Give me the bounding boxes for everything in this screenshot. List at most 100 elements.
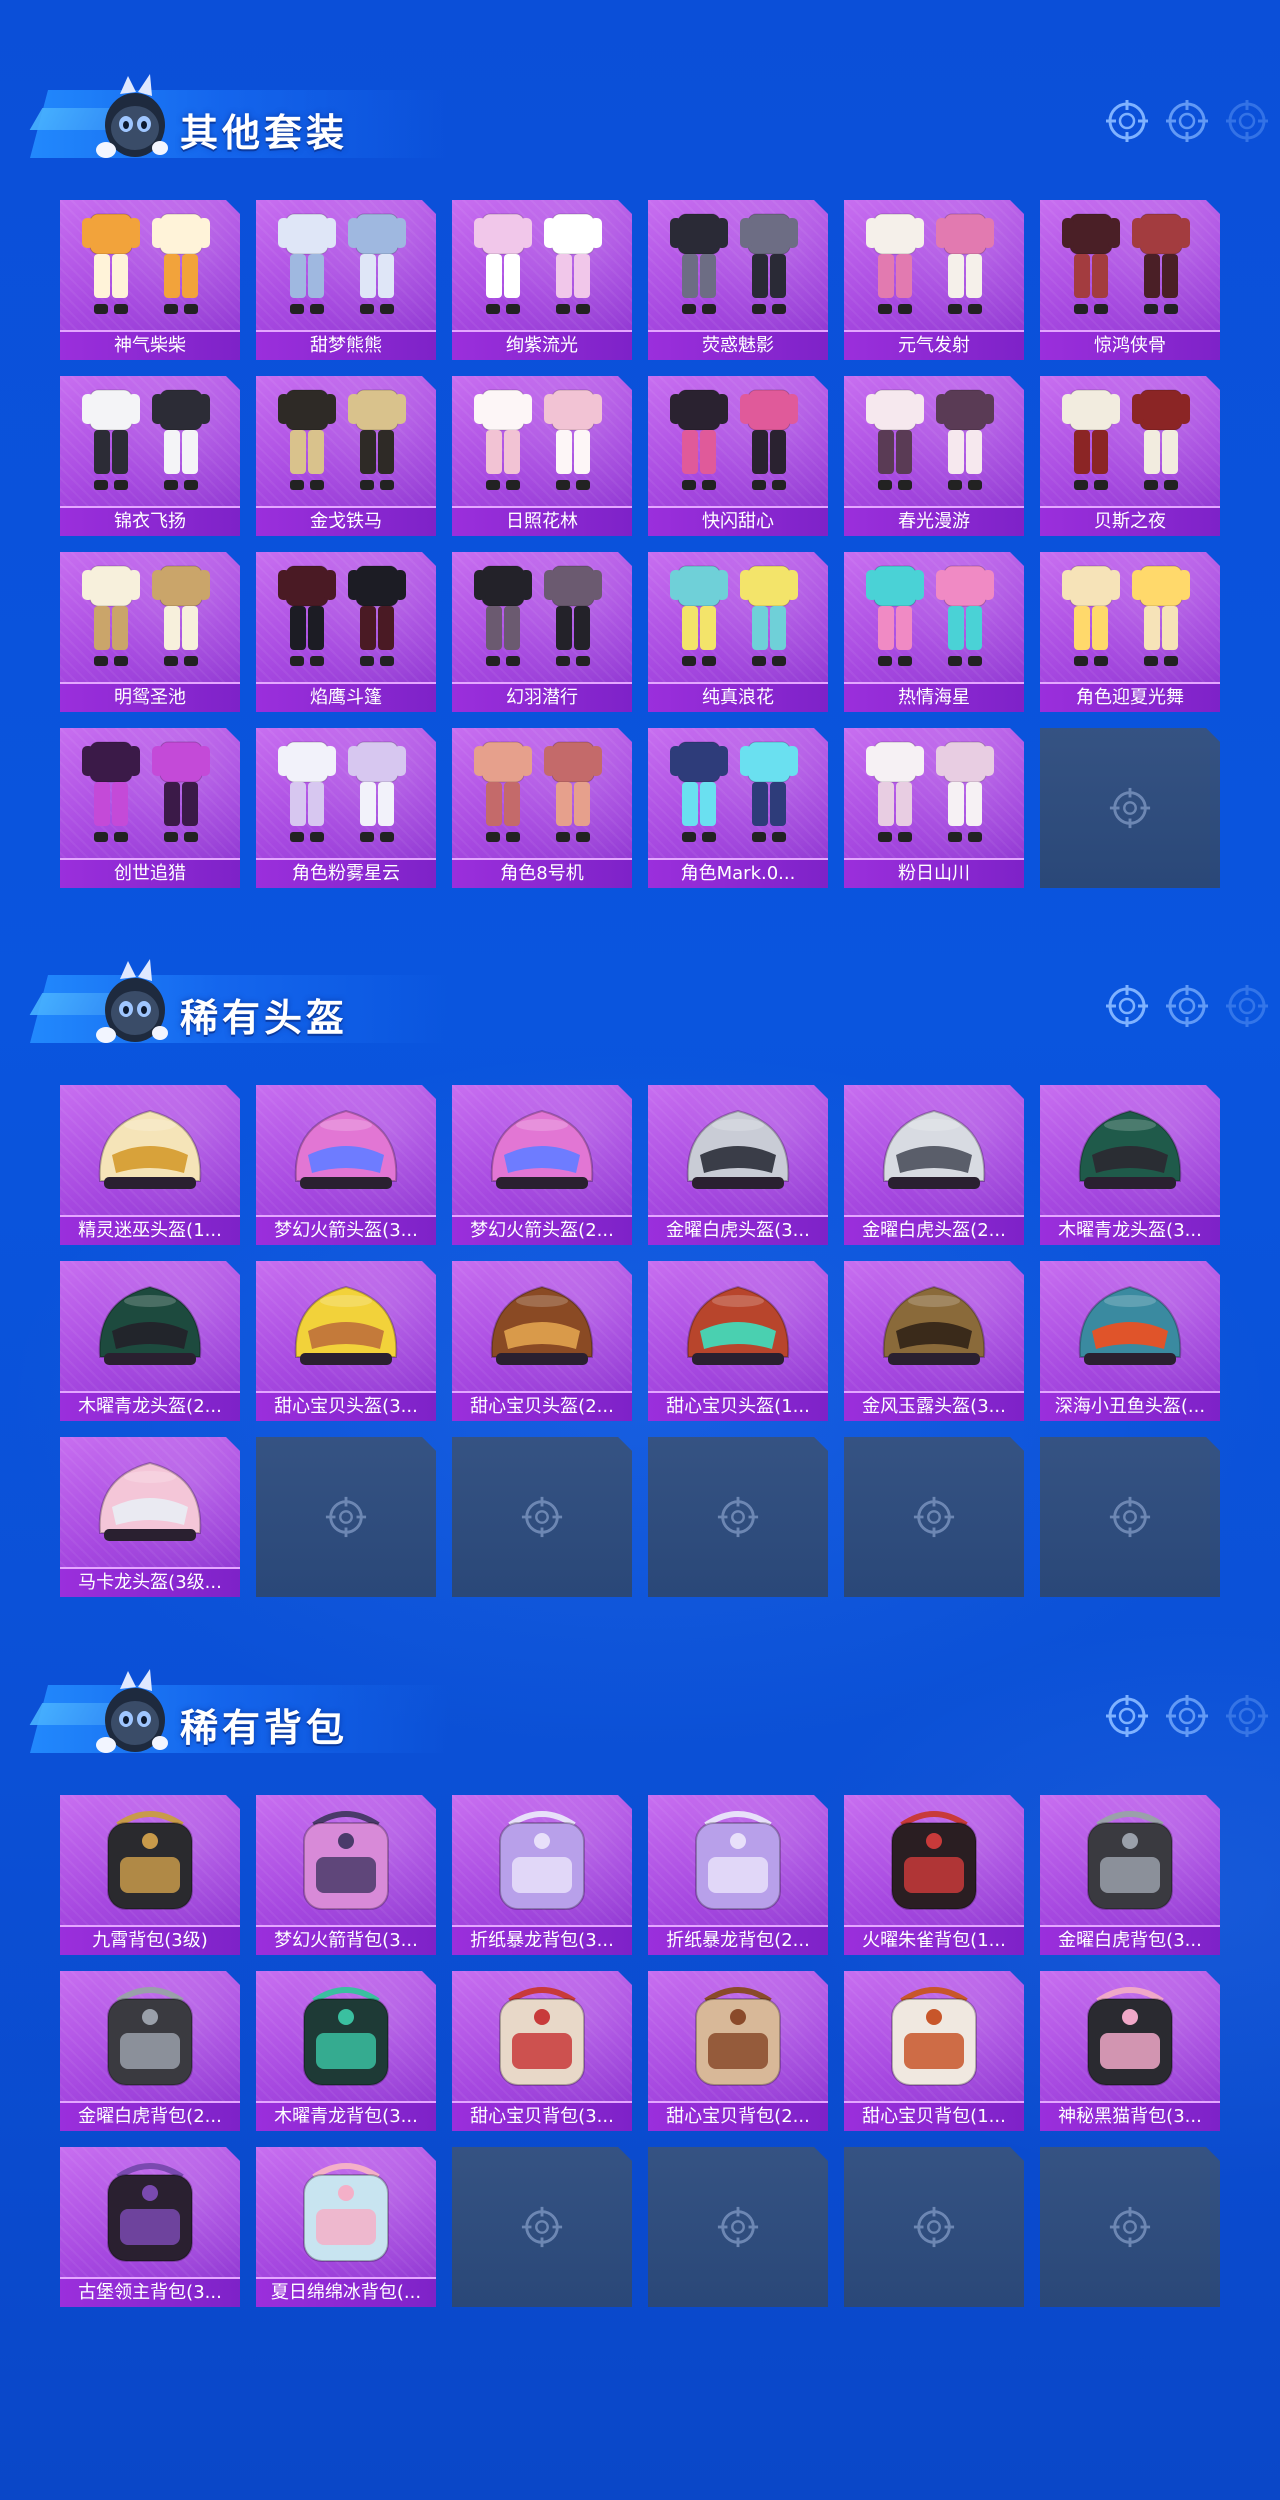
item-thumbnail bbox=[648, 376, 828, 504]
backpack-card[interactable]: 梦幻火箭背包(3... bbox=[256, 1795, 436, 1955]
backpack-card[interactable]: 金曜白虎背包(3... bbox=[1040, 1795, 1220, 1955]
item-thumbnail bbox=[452, 1795, 632, 1923]
helmet-card[interactable]: 木曜青龙头盔(3... bbox=[1040, 1085, 1220, 1245]
item-name: 角色Mark.0... bbox=[648, 858, 828, 888]
outfit-thumbnail-icon bbox=[452, 728, 632, 856]
outfit-card[interactable]: 日照花林 bbox=[452, 376, 632, 536]
helmet-card[interactable]: 深海小丑鱼头盔(... bbox=[1040, 1261, 1220, 1421]
item-thumbnail bbox=[1040, 376, 1220, 504]
mascot-icon bbox=[96, 959, 168, 1043]
mascot-icon bbox=[96, 1669, 168, 1753]
outfit-card[interactable]: 春光漫游 bbox=[844, 376, 1024, 536]
empty-slot bbox=[648, 1437, 828, 1597]
item-name: 梦幻火箭头盔(2... bbox=[452, 1215, 632, 1245]
header-decor bbox=[1104, 1691, 1270, 1741]
helmet-thumbnail-icon bbox=[1040, 1085, 1220, 1213]
item-name: 贝斯之夜 bbox=[1040, 506, 1220, 536]
helmet-thumbnail-icon bbox=[844, 1085, 1024, 1213]
outfit-card[interactable]: 角色粉雾星云 bbox=[256, 728, 436, 888]
outfit-card[interactable]: 创世追猎 bbox=[60, 728, 240, 888]
item-name: 甜心宝贝头盔(1... bbox=[648, 1391, 828, 1421]
outfit-card[interactable]: 金戈铁马 bbox=[256, 376, 436, 536]
outfit-card[interactable]: 明鸳圣池 bbox=[60, 552, 240, 712]
helmet-card[interactable]: 梦幻火箭头盔(3... bbox=[256, 1085, 436, 1245]
backpack-card[interactable]: 甜心宝贝背包(2... bbox=[648, 1971, 828, 2131]
outfit-card[interactable]: 荧惑魅影 bbox=[648, 200, 828, 360]
backpack-card[interactable]: 古堡领主背包(3... bbox=[60, 2147, 240, 2307]
item-grid: 精灵迷巫头盔(1... 梦幻火箭头盔(3... 梦幻火箭头盔(2... 金曜白虎… bbox=[60, 1085, 1220, 1597]
crosshair-icon bbox=[1108, 2205, 1152, 2249]
item-name: 金曜白虎背包(2... bbox=[60, 2101, 240, 2131]
outfit-card[interactable]: 角色迎夏光舞 bbox=[1040, 552, 1220, 712]
backpack-card[interactable]: 折纸暴龙背包(3... bbox=[452, 1795, 632, 1955]
crosshair-icon bbox=[1108, 786, 1152, 830]
item-name: 折纸暴龙背包(3... bbox=[452, 1925, 632, 1955]
item-thumbnail bbox=[648, 200, 828, 328]
item-name: 金戈铁马 bbox=[256, 506, 436, 536]
backpack-thumbnail-icon bbox=[452, 1795, 632, 1923]
backpack-card[interactable]: 甜心宝贝背包(3... bbox=[452, 1971, 632, 2131]
outfit-card[interactable]: 绚紫流光 bbox=[452, 200, 632, 360]
outfit-card[interactable]: 快闪甜心 bbox=[648, 376, 828, 536]
item-name: 甜梦熊熊 bbox=[256, 330, 436, 360]
item-thumbnail bbox=[256, 2147, 436, 2275]
helmet-card[interactable]: 金曜白虎头盔(3... bbox=[648, 1085, 828, 1245]
outfit-card[interactable]: 锦衣飞扬 bbox=[60, 376, 240, 536]
helmet-card[interactable]: 梦幻火箭头盔(2... bbox=[452, 1085, 632, 1245]
item-thumbnail bbox=[256, 376, 436, 504]
outfit-card[interactable]: 角色Mark.0... bbox=[648, 728, 828, 888]
outfit-card[interactable]: 粉日山川 bbox=[844, 728, 1024, 888]
item-thumbnail bbox=[844, 200, 1024, 328]
item-name: 创世追猎 bbox=[60, 858, 240, 888]
outfit-card[interactable]: 甜梦熊熊 bbox=[256, 200, 436, 360]
helmet-card[interactable]: 精灵迷巫头盔(1... bbox=[60, 1085, 240, 1245]
item-thumbnail bbox=[648, 1085, 828, 1213]
crosshair-icon bbox=[1226, 1695, 1268, 1737]
helmet-card[interactable]: 甜心宝贝头盔(3... bbox=[256, 1261, 436, 1421]
section-header: 稀有头盔 bbox=[29, 945, 1270, 1055]
backpack-card[interactable]: 夏日绵绵冰背包(... bbox=[256, 2147, 436, 2307]
item-grid: 神气柴柴 甜梦熊熊 绚紫流光 荧惑魅影 元气发射 惊鸿侠骨 锦衣飞扬 金戈铁马 … bbox=[60, 200, 1220, 888]
item-thumbnail bbox=[256, 1261, 436, 1389]
item-name: 角色8号机 bbox=[452, 858, 632, 888]
outfit-card[interactable]: 贝斯之夜 bbox=[1040, 376, 1220, 536]
helmet-card[interactable]: 甜心宝贝头盔(2... bbox=[452, 1261, 632, 1421]
outfit-card[interactable]: 焰鹰斗篷 bbox=[256, 552, 436, 712]
outfit-card[interactable]: 神气柴柴 bbox=[60, 200, 240, 360]
item-name: 惊鸿侠骨 bbox=[1040, 330, 1220, 360]
crosshair-icon bbox=[520, 1495, 564, 1539]
item-thumbnail bbox=[452, 1261, 632, 1389]
helmet-thumbnail-icon bbox=[844, 1261, 1024, 1389]
section-title: 其他套装 bbox=[180, 111, 349, 155]
helmet-card[interactable]: 马卡龙头盔(3级... bbox=[60, 1437, 240, 1597]
helmet-card[interactable]: 金风玉露头盔(3... bbox=[844, 1261, 1024, 1421]
outfit-card[interactable]: 角色8号机 bbox=[452, 728, 632, 888]
outfit-card[interactable]: 幻羽潜行 bbox=[452, 552, 632, 712]
item-name: 深海小丑鱼头盔(... bbox=[1040, 1391, 1220, 1421]
helmet-card[interactable]: 金曜白虎头盔(2... bbox=[844, 1085, 1024, 1245]
item-name: 甜心宝贝头盔(3... bbox=[256, 1391, 436, 1421]
outfit-thumbnail-icon bbox=[256, 200, 436, 328]
backpack-card[interactable]: 金曜白虎背包(2... bbox=[60, 1971, 240, 2131]
backpack-card[interactable]: 折纸暴龙背包(2... bbox=[648, 1795, 828, 1955]
mascot-icon bbox=[96, 74, 168, 158]
outfit-thumbnail-icon bbox=[452, 552, 632, 680]
backpack-card[interactable]: 九霄背包(3级) bbox=[60, 1795, 240, 1955]
helmet-card[interactable]: 木曜青龙头盔(2... bbox=[60, 1261, 240, 1421]
outfit-card[interactable]: 纯真浪花 bbox=[648, 552, 828, 712]
item-name: 角色粉雾星云 bbox=[256, 858, 436, 888]
helmet-card[interactable]: 甜心宝贝头盔(1... bbox=[648, 1261, 828, 1421]
backpack-card[interactable]: 火曜朱雀背包(1... bbox=[844, 1795, 1024, 1955]
backpack-thumbnail-icon bbox=[256, 1971, 436, 2099]
outfit-card[interactable]: 元气发射 bbox=[844, 200, 1024, 360]
item-name: 金曜白虎头盔(2... bbox=[844, 1215, 1024, 1245]
outfit-card[interactable]: 惊鸿侠骨 bbox=[1040, 200, 1220, 360]
backpack-card[interactable]: 甜心宝贝背包(1... bbox=[844, 1971, 1024, 2131]
outfit-thumbnail-icon bbox=[452, 200, 632, 328]
item-name: 绚紫流光 bbox=[452, 330, 632, 360]
backpack-card[interactable]: 木曜青龙背包(3... bbox=[256, 1971, 436, 2131]
helmet-thumbnail-icon bbox=[648, 1085, 828, 1213]
item-thumbnail bbox=[1040, 1971, 1220, 2099]
backpack-card[interactable]: 神秘黑猫背包(3... bbox=[1040, 1971, 1220, 2131]
outfit-card[interactable]: 热情海星 bbox=[844, 552, 1024, 712]
